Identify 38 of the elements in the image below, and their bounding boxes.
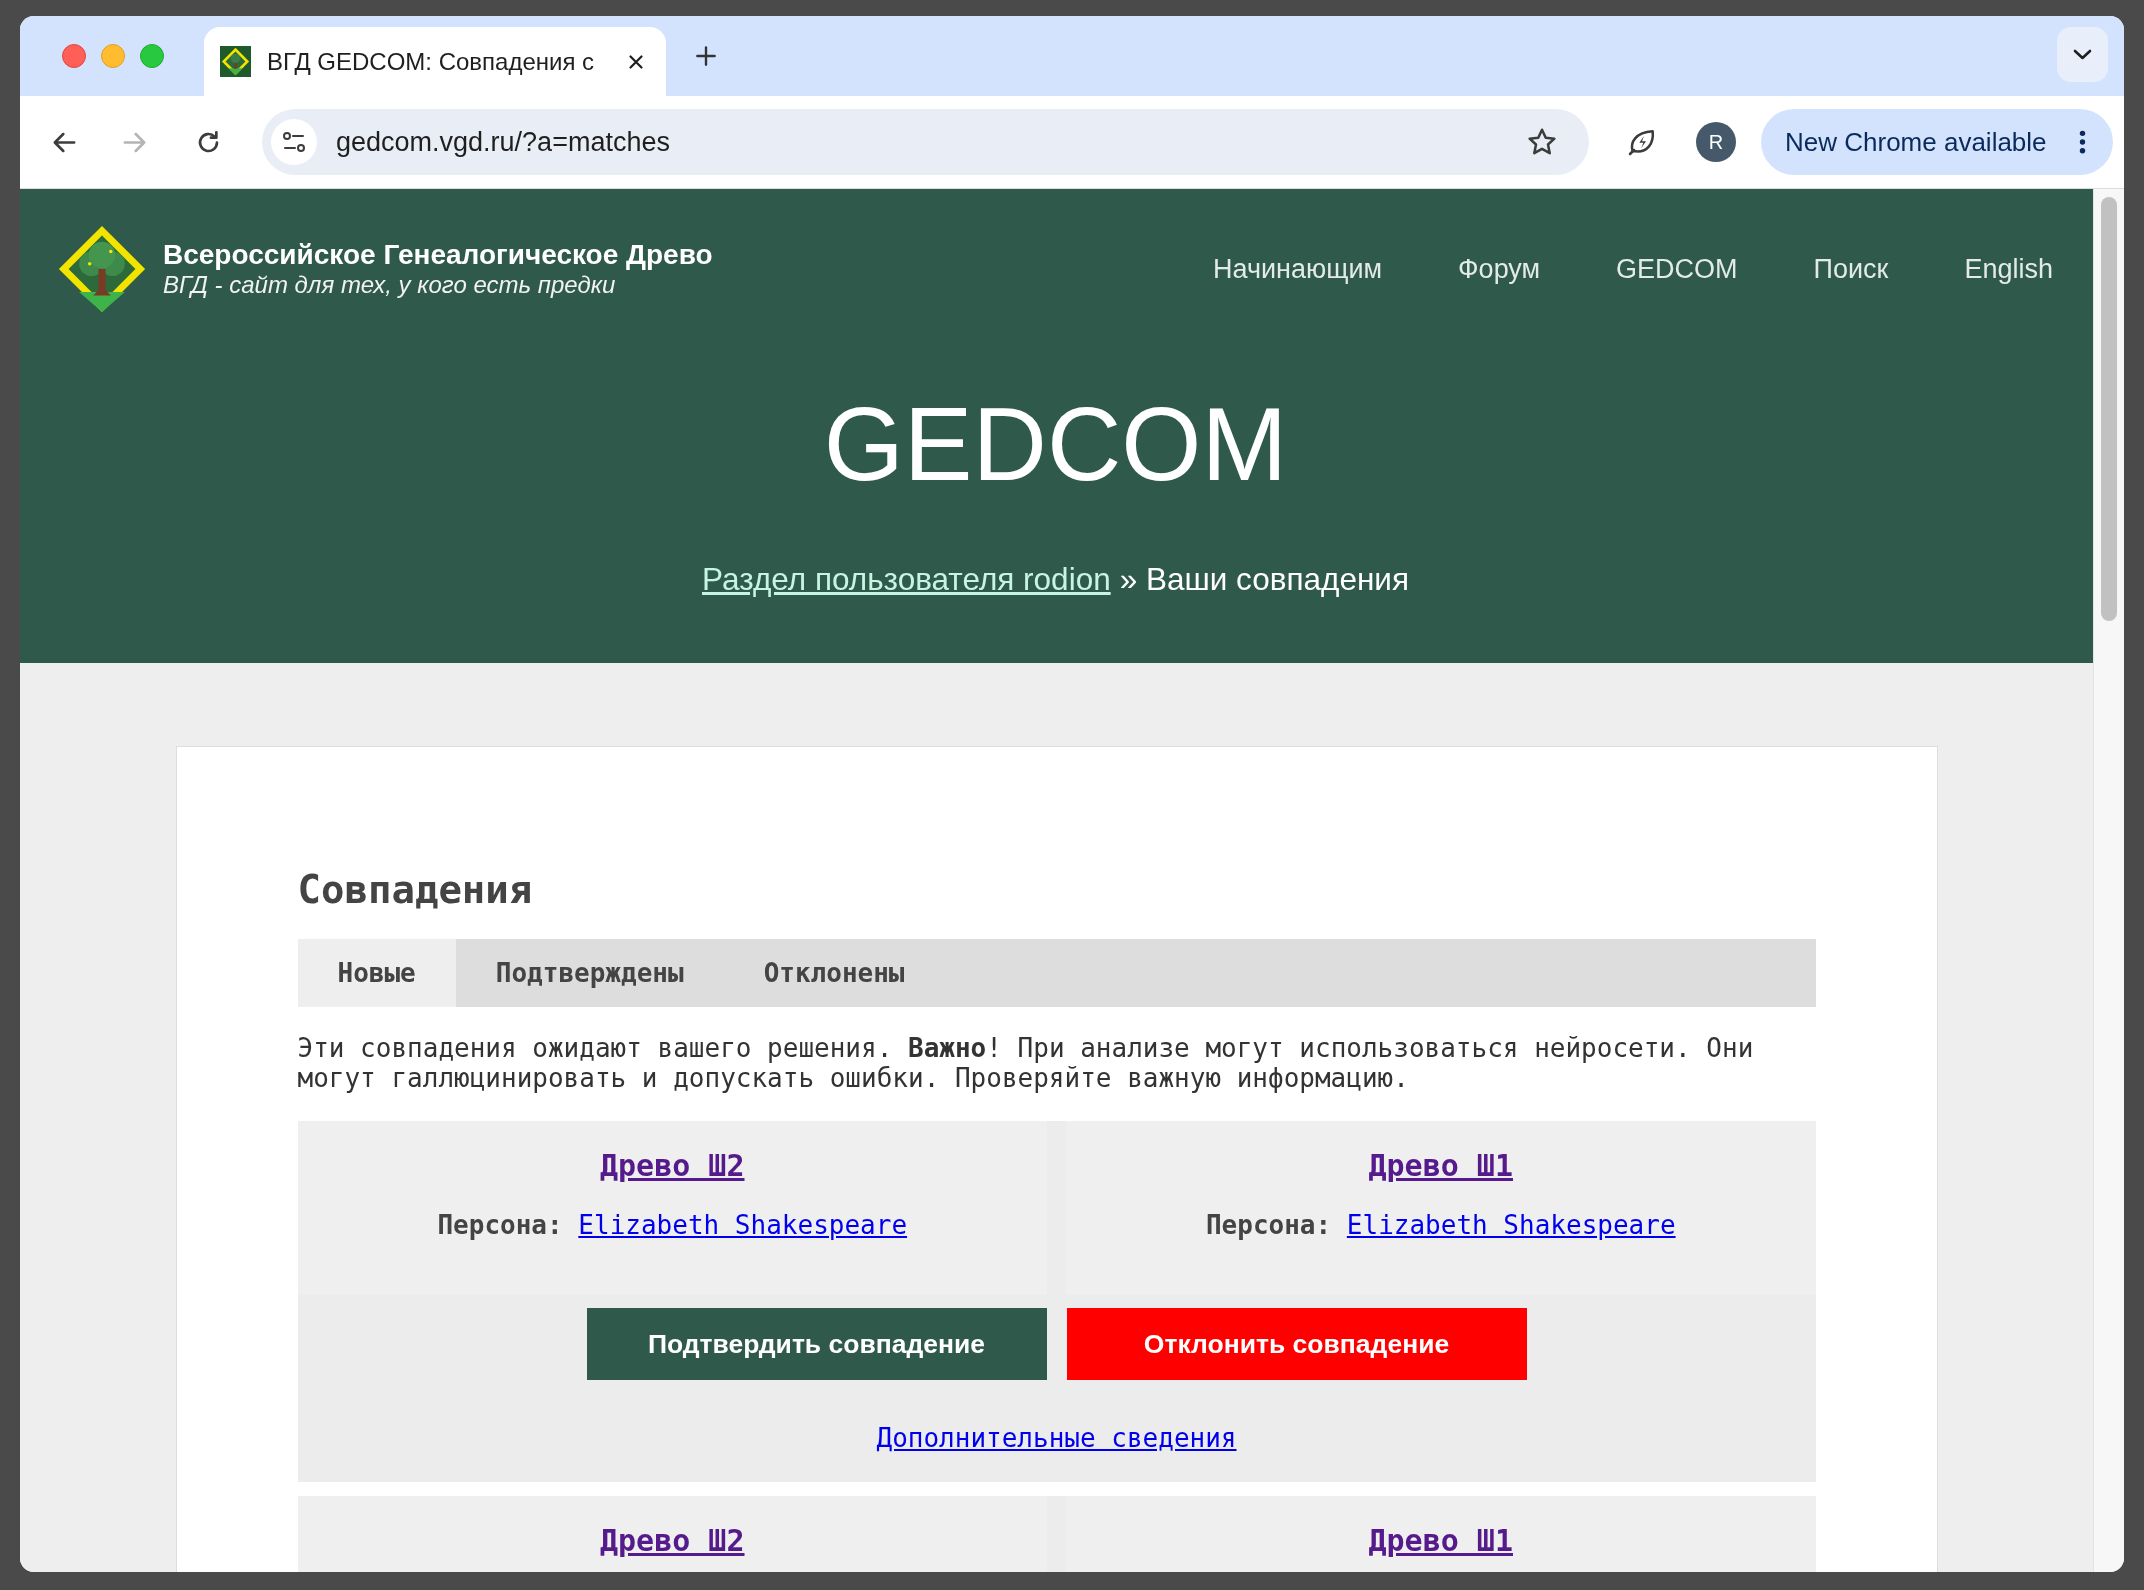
page-title: GEDCOM bbox=[823, 386, 1288, 504]
update-chrome-button[interactable]: New Chrome available bbox=[1761, 109, 2113, 175]
persona-label: Персона: bbox=[437, 1210, 563, 1240]
nav-link[interactable]: Начинающим bbox=[1213, 252, 1383, 286]
site-title[interactable]: Всероссийское Генеалогическое Древо bbox=[163, 239, 713, 270]
reject-button[interactable]: Отклонить совпадение bbox=[1066, 1308, 1527, 1380]
site-tagline: ВГД - сайт для тех, у кого есть предки bbox=[163, 270, 616, 299]
browser-tab[interactable]: ВГД GEDCOM: Совпадения с bbox=[204, 27, 666, 96]
tree-link[interactable]: Древо Ш1 bbox=[1368, 1521, 1513, 1561]
section-heading: Совпадения bbox=[297, 867, 534, 913]
address-bar[interactable]: gedcom.vgd.ru/?a=matches bbox=[262, 109, 1589, 175]
confirm-button[interactable]: Подтвердить совпадение bbox=[586, 1308, 1047, 1380]
nav-link[interactable]: Поиск bbox=[1813, 252, 1889, 286]
window-close-icon[interactable] bbox=[62, 44, 86, 68]
nav-link[interactable]: Форум bbox=[1458, 252, 1541, 286]
more-icon[interactable] bbox=[2079, 129, 2086, 155]
persona-link[interactable]: Elizabeth Shakespeare bbox=[1346, 1210, 1676, 1240]
filter-tab[interactable]: Отклонены bbox=[723, 939, 945, 1007]
profile-avatar[interactable]: R bbox=[1696, 122, 1736, 162]
tree-logo-icon[interactable] bbox=[58, 225, 146, 313]
tree-link[interactable]: Древо Ш2 bbox=[600, 1521, 745, 1561]
scrollbar-thumb[interactable] bbox=[2101, 197, 2117, 621]
persona-label: Персона: bbox=[1205, 1210, 1332, 1240]
sliders-icon[interactable] bbox=[271, 119, 317, 165]
filter-tab[interactable]: Подтверждены bbox=[455, 939, 724, 1007]
breadcrumb-link[interactable]: Раздел пользователя rodion bbox=[702, 559, 1111, 599]
nav-link[interactable]: GEDCOM bbox=[1616, 252, 1738, 286]
tree-link[interactable]: Древо Ш1 bbox=[1368, 1146, 1513, 1186]
tree-logo-icon bbox=[220, 46, 251, 77]
plus-icon[interactable] bbox=[693, 43, 719, 69]
persona-link[interactable]: Elizabeth Shakespeare bbox=[578, 1210, 908, 1240]
chevron-down-icon[interactable] bbox=[2057, 27, 2108, 82]
details-link[interactable]: Дополнительные сведения bbox=[876, 1423, 1237, 1453]
tree-link[interactable]: Древо Ш2 bbox=[600, 1146, 745, 1186]
filter-tab[interactable]: Новые bbox=[297, 939, 456, 1007]
breadcrumb-current: » Ваши совпадения bbox=[1119, 560, 1409, 599]
nav-link[interactable]: English bbox=[1964, 252, 2053, 286]
notice-text: Эти совпадения ожидают вашего решения. Важно! При анализе могут использоваться нейросети. Они могут галлюцинировать и допускать ошибки. Проверяйте важную информацию. bbox=[297, 1033, 1755, 1093]
